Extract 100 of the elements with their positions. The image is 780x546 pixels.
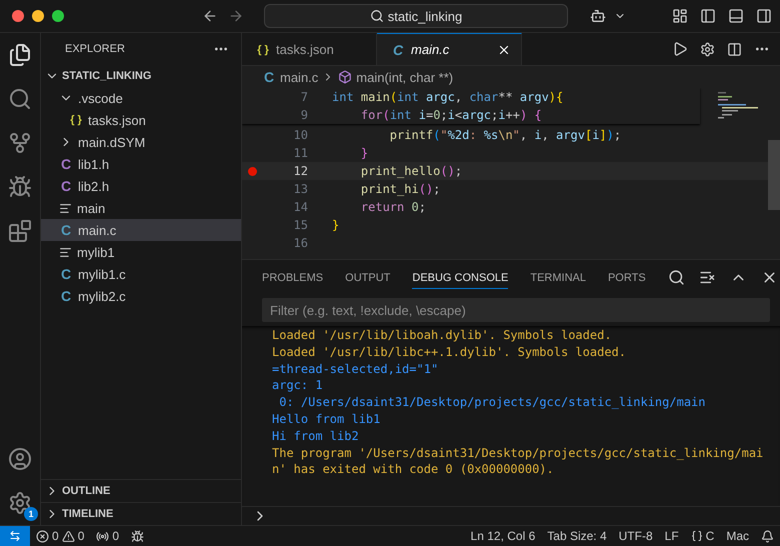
section-header[interactable]: OUTLINE xyxy=(41,479,241,502)
lines-icon xyxy=(59,246,72,258)
forward-icon[interactable] xyxy=(228,8,244,24)
cursor-position[interactable]: Ln 12, Col 6 xyxy=(464,529,542,543)
debug-icon[interactable] xyxy=(131,530,144,542)
bug-icon[interactable] xyxy=(8,175,32,199)
lines-icon xyxy=(59,202,72,214)
code-line: return 0; xyxy=(360,200,426,214)
error-icon xyxy=(36,530,49,542)
search-icon xyxy=(370,9,384,23)
console-line: Hello from lib1 xyxy=(272,410,382,428)
search-icon[interactable] xyxy=(668,268,685,286)
file-type-icon: { } xyxy=(256,44,270,56)
code-line: printf("%2d: %s\n", i, argv[i]); xyxy=(388,128,622,142)
line-number: 11 xyxy=(292,146,308,160)
toggle-secondary-sidebar-icon[interactable] xyxy=(756,8,772,24)
folder-header[interactable]: STATIC_LINKING xyxy=(41,65,241,87)
code-line: } xyxy=(332,218,340,232)
settings-icon[interactable] xyxy=(700,42,715,56)
file-type-icon: { } xyxy=(69,114,83,126)
toggle-sidebar-icon[interactable] xyxy=(700,8,716,24)
warning-icon xyxy=(62,530,75,542)
file-tree-item[interactable]: main xyxy=(41,197,241,219)
file-tree-item[interactable]: C mylib2.c xyxy=(41,285,241,307)
code-line: int main(int argc, char** argv){ xyxy=(332,90,564,104)
console-line: argc: 1 xyxy=(272,377,324,394)
command-center[interactable]: static_linking xyxy=(264,4,568,28)
remote-icon xyxy=(9,530,21,542)
file-tree-item[interactable]: main.dSYM xyxy=(41,131,241,153)
file-tree-item[interactable]: C main.c xyxy=(41,219,241,241)
code-line: print_hello(); xyxy=(360,164,462,178)
extensions-icon[interactable] xyxy=(8,219,32,243)
branch-icon[interactable] xyxy=(8,131,32,155)
console-line: 0: /Users/dsaint31/Desktop/projects/gcc/static_linking/main xyxy=(278,394,706,411)
line-number: 7 xyxy=(300,90,308,104)
file-type-icon: C xyxy=(59,156,73,172)
tab-size[interactable]: Tab Size: 4 xyxy=(541,529,613,543)
notification-badge: 1 xyxy=(24,507,38,521)
robot-icon[interactable] xyxy=(590,8,606,24)
antenna-icon xyxy=(96,530,110,542)
file-tree-item[interactable]: C mylib1.c xyxy=(41,263,241,285)
ports-status[interactable]: 0 xyxy=(90,529,126,543)
panel-tab[interactable]: TERMINAL xyxy=(530,266,586,288)
search-icon[interactable] xyxy=(8,87,32,111)
console-line: Loaded '/usr/lib/libc++.1.dylib'. Symbols loaded. xyxy=(272,344,628,361)
zoom-window-button[interactable] xyxy=(52,10,64,22)
line-number: 16 xyxy=(292,236,308,250)
panel-tab[interactable]: OUTPUT xyxy=(345,266,390,288)
file-type-icon: C xyxy=(262,69,276,85)
line-number: 10 xyxy=(292,128,308,142)
line-ending[interactable]: LF xyxy=(658,529,685,543)
console-line: The program '/Users/dsaint31/Desktop/projects/gcc/static_linking/main' has exited with code 0 (0x00000000). xyxy=(272,444,764,478)
toggle-panel-icon[interactable] xyxy=(728,8,744,24)
breadcrumb-item[interactable]: main(int, char **) xyxy=(356,70,454,84)
encoding[interactable]: UTF-8 xyxy=(612,529,659,543)
panel-tab[interactable]: PROBLEMS xyxy=(262,266,324,288)
platform[interactable]: Mac xyxy=(720,529,755,543)
file-type-icon: C xyxy=(59,222,73,238)
scrollbar-thumb[interactable] xyxy=(768,140,780,210)
bell-icon[interactable] xyxy=(761,530,774,542)
files-icon[interactable] xyxy=(8,43,32,67)
settings-icon[interactable] xyxy=(8,491,32,515)
panel-tab[interactable]: PORTS xyxy=(608,266,646,288)
breakpoint-dot[interactable] xyxy=(248,166,257,176)
line-number: 14 xyxy=(292,200,308,214)
file-tree-item[interactable]: { } tasks.json xyxy=(41,109,241,131)
back-icon[interactable] xyxy=(202,8,218,24)
code-line: } xyxy=(360,146,368,160)
run-icon[interactable] xyxy=(672,41,688,57)
file-tree-item[interactable]: mylib1 xyxy=(41,241,241,263)
code-line: for(int i=0;i<argc;i++) { xyxy=(360,108,542,122)
split-editor-icon[interactable] xyxy=(727,42,742,56)
account-icon[interactable] xyxy=(8,447,32,471)
console-line: Loaded '/usr/lib/liboah.dylib'. Symbols loaded. xyxy=(272,327,613,344)
language-mode[interactable]: C xyxy=(684,529,720,543)
breadcrumb-item[interactable]: main.c xyxy=(280,70,318,84)
file-tree-item[interactable]: .vscode xyxy=(41,87,241,109)
console-line: =thread-selected,id="1" xyxy=(272,360,440,378)
file-tree-item[interactable]: C lib2.h xyxy=(41,175,241,197)
minimize-window-button[interactable] xyxy=(32,10,44,22)
close-window-button[interactable] xyxy=(12,10,24,22)
remote-button[interactable] xyxy=(0,526,30,546)
file-type-icon: C xyxy=(391,42,405,58)
line-number: 12 xyxy=(292,164,308,178)
code-line: print_hi(); xyxy=(360,182,440,196)
sidebar-title: EXPLORER xyxy=(65,43,125,55)
console-line: Hi from lib2 xyxy=(272,428,360,445)
line-number: 13 xyxy=(292,182,308,196)
cube-icon xyxy=(338,70,352,84)
file-tree-item[interactable]: C lib1.h xyxy=(41,153,241,175)
file-type-icon: C xyxy=(59,266,73,282)
problems-status[interactable]: 0 0 xyxy=(30,529,90,543)
filter-field[interactable]: Filter (e.g. text, !exclude, \escape) xyxy=(262,298,770,322)
file-type-icon: C xyxy=(59,178,73,194)
editor-tab[interactable]: C main.c xyxy=(377,33,522,65)
file-type-icon: C xyxy=(59,288,73,304)
layout-icon[interactable] xyxy=(672,8,688,24)
line-number: 15 xyxy=(292,218,308,232)
panel-tab[interactable]: DEBUG CONSOLE xyxy=(412,266,508,288)
line-number: 9 xyxy=(300,108,308,122)
